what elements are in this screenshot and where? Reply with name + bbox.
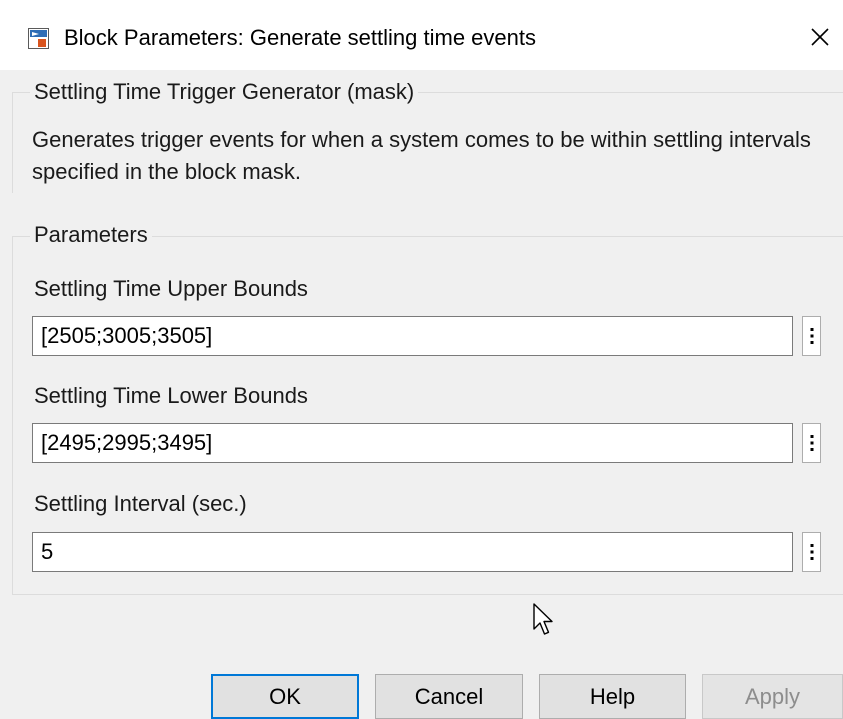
settling-interval-input[interactable] (32, 532, 793, 572)
window-title: Block Parameters: Generate settling time… (64, 25, 536, 50)
settling-interval-more-button[interactable] (802, 532, 821, 572)
mask-group-legend: Settling Time Trigger Generator (mask) (30, 79, 419, 105)
settling-interval-label: Settling Interval (sec.) (34, 491, 247, 516)
help-button[interactable]: Help (539, 674, 686, 719)
apply-button[interactable]: Apply (702, 674, 843, 719)
vertical-ellipsis-icon (810, 328, 813, 344)
upper-bounds-more-button[interactable] (802, 316, 821, 356)
ok-button[interactable]: OK (211, 674, 359, 719)
close-icon (811, 28, 829, 46)
upper-bounds-input[interactable] (32, 316, 793, 356)
lower-bounds-input[interactable] (32, 423, 793, 463)
title-bar: Block Parameters: Generate settling time… (0, 0, 843, 70)
vertical-ellipsis-icon (810, 435, 813, 451)
cancel-button[interactable]: Cancel (375, 674, 523, 719)
lower-bounds-label: Settling Time Lower Bounds (34, 383, 308, 408)
mask-description: Generates trigger events for when a syst… (32, 127, 811, 184)
lower-bounds-more-button[interactable] (802, 423, 821, 463)
simulink-block-icon (28, 28, 49, 49)
block-parameters-dialog: Block Parameters: Generate settling time… (0, 0, 843, 719)
parameters-group-legend: Parameters (30, 222, 152, 248)
upper-bounds-label: Settling Time Upper Bounds (34, 276, 308, 301)
close-button[interactable] (800, 17, 840, 57)
vertical-ellipsis-icon (810, 544, 813, 560)
mouse-pointer-icon (533, 603, 553, 635)
